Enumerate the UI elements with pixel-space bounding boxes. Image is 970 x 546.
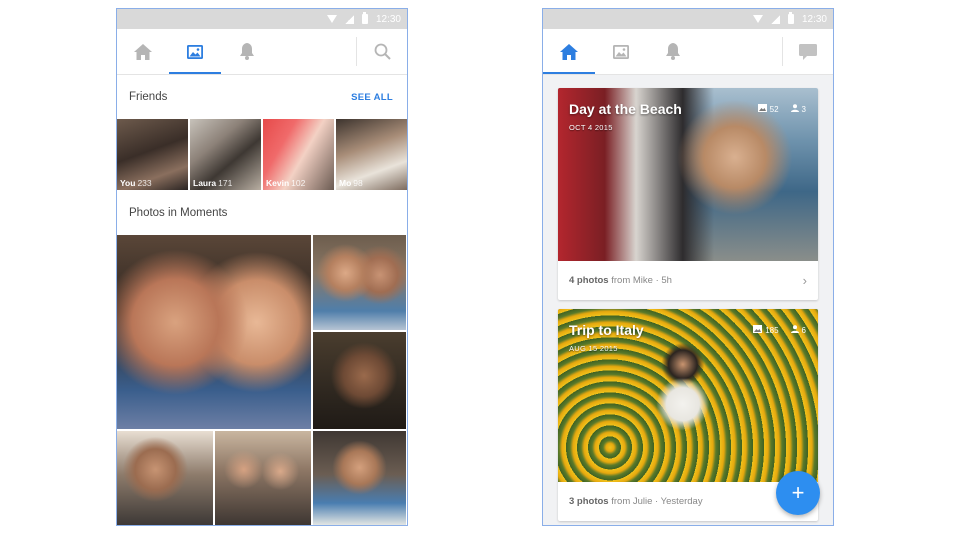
friend-photo-count: 98 — [353, 178, 363, 188]
photo-count: 185 — [765, 325, 779, 335]
home-icon — [134, 43, 152, 60]
notifications-icon — [239, 43, 255, 60]
photo-count: 52 — [769, 104, 779, 114]
signal-icon — [344, 14, 354, 24]
friend-photo-count: 171 — [218, 178, 233, 188]
moment-card[interactable]: Day at the Beach OCT 4 2015 52 3 4 photo… — [558, 88, 818, 300]
battery-icon — [787, 12, 794, 24]
moment-card-title: Day at the Beach — [569, 101, 682, 117]
tab-notifications[interactable] — [647, 29, 699, 74]
status-time: 12:30 — [375, 13, 401, 25]
friend-name: Kevin — [266, 178, 290, 188]
chat-icon — [799, 43, 817, 60]
friend-name: Mo — [339, 178, 352, 188]
moments-photo-grid — [117, 235, 406, 525]
search-button[interactable] — [357, 29, 407, 74]
photo-count-icon — [753, 325, 763, 335]
friend-photo-count: 102 — [291, 178, 306, 188]
moments-header: Photos in Moments — [117, 190, 407, 235]
friends-title: Friends — [129, 91, 168, 103]
moment-photo[interactable] — [313, 332, 406, 429]
add-moment-button[interactable]: + — [776, 471, 820, 515]
people-count: 6 — [801, 325, 806, 335]
tab-home[interactable] — [117, 29, 169, 74]
moment-card-stats: 52 3 — [757, 104, 806, 114]
moments-title: Photos in Moments — [129, 206, 228, 219]
friend-tile[interactable]: Kevin 102 — [263, 119, 334, 190]
moment-photo[interactable] — [313, 235, 406, 330]
moment-card-image: Day at the Beach OCT 4 2015 52 3 — [558, 88, 818, 261]
tab-home[interactable] — [543, 29, 595, 74]
home-icon — [560, 43, 578, 60]
photos-icon — [613, 44, 629, 59]
moment-photo[interactable] — [117, 431, 213, 525]
photos-icon — [187, 44, 203, 59]
tab-photos[interactable] — [595, 29, 647, 74]
moment-card-date: AUG 15 2015 — [569, 344, 618, 353]
signal-icon — [770, 14, 780, 24]
wifi-icon — [752, 15, 763, 23]
status-bar: 12:30 — [543, 9, 833, 29]
notifications-icon — [665, 43, 681, 60]
moment-photo-count-label: 3 photos — [569, 496, 609, 507]
friends-header: Friends SEE ALL — [117, 75, 407, 119]
moment-photo[interactable] — [117, 235, 311, 429]
moment-photo-count-label: 4 photos — [569, 275, 609, 286]
left-phone-screen: 12:30 Friends SEE ALL You 233 Laura 171 … — [116, 8, 408, 526]
chevron-right-icon[interactable]: › — [803, 273, 807, 288]
moment-card-footer: 4 photos from Mike · 5h › — [558, 261, 818, 300]
tab-notifications[interactable] — [221, 29, 273, 74]
moment-card-title: Trip to Italy — [569, 322, 644, 338]
friend-name: You — [120, 178, 136, 188]
moments-feed: Day at the Beach OCT 4 2015 52 3 4 photo… — [543, 75, 833, 525]
moment-photo[interactable] — [313, 431, 406, 525]
friend-tile[interactable]: Laura 171 — [190, 119, 261, 190]
moment-photo[interactable] — [215, 431, 311, 525]
top-nav — [543, 29, 833, 75]
moment-card-date: OCT 4 2015 — [569, 123, 613, 132]
chat-button[interactable] — [783, 29, 833, 74]
people-count-icon — [790, 104, 799, 114]
tab-photos[interactable] — [169, 29, 221, 74]
people-count-icon — [790, 325, 799, 335]
see-all-link[interactable]: SEE ALL — [351, 92, 393, 103]
friends-row: You 233 Laura 171 Kevin 102 Mo 98 — [117, 119, 407, 190]
status-time: 12:30 — [801, 13, 827, 25]
search-icon — [374, 43, 391, 60]
friend-photo-count: 233 — [137, 178, 152, 188]
people-count: 3 — [801, 104, 806, 114]
friend-name: Laura — [193, 178, 217, 188]
right-phone-screen: 12:30 Day at the Beach OCT 4 2015 52 3 4… — [542, 8, 834, 526]
photo-count-icon — [757, 104, 767, 114]
battery-icon — [361, 12, 368, 24]
friend-tile[interactable]: You 233 — [117, 119, 188, 190]
moment-source: from Julie · Yesterday — [611, 496, 703, 507]
moment-card-stats: 185 6 — [753, 325, 806, 335]
wifi-icon — [326, 15, 337, 23]
status-bar: 12:30 — [117, 9, 407, 29]
top-nav — [117, 29, 407, 75]
moment-source: from Mike · 5h — [611, 275, 672, 286]
moment-card-image: Trip to Italy AUG 15 2015 185 6 — [558, 309, 818, 482]
friend-tile[interactable]: Mo 98 — [336, 119, 407, 190]
